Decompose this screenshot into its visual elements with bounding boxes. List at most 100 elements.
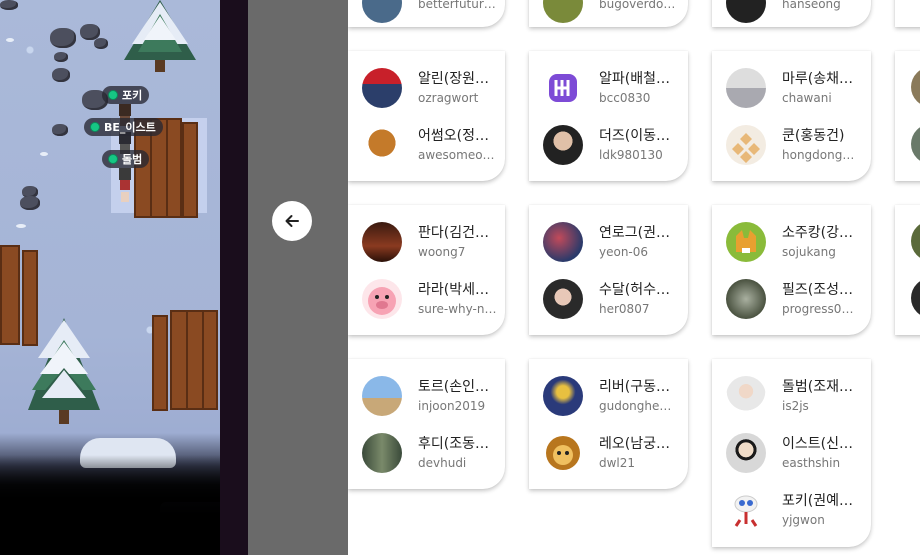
arrow-left-icon [285,215,299,227]
member-name: 이스트(신… [782,436,853,452]
wooden-bench[interactable] [182,122,198,218]
member-item[interactable]: 리버(구동… gudonghe… [543,375,693,417]
member-item[interactable]: bugoverdo… [543,0,693,24]
member-card: hanseong [712,0,871,27]
member-card: betterfutur… [348,0,505,27]
member-avatar [543,433,583,473]
member-avatar [362,0,402,23]
wooden-bench[interactable] [170,310,218,410]
member-card [895,0,920,27]
member-name: 알파(배철… [599,71,670,87]
member-item[interactable]: 수달(허수… her0807 [543,278,693,320]
member-item[interactable]: 레오(남궁… dwl21 [543,432,693,474]
member-name: 레오(남궁… [599,436,670,452]
member-avatar [911,67,920,107]
member-avatar [726,125,766,165]
member-avatar [362,125,402,165]
member-id: hanseong [782,0,841,11]
member-id: ldk980130 [599,148,663,162]
snow-patch [40,152,48,156]
online-status-dot [90,122,100,132]
member-card: 소주캉(강… sojukang 필즈(조성… progress0… [712,205,871,335]
member-item[interactable]: 쿤(홍동건) hongdong… [726,124,876,166]
rock [94,38,108,49]
member-avatar [726,279,766,319]
member-item[interactable]: 라라(박세… sure-why-n… [362,278,512,320]
member-avatar [543,222,583,262]
member-id: sojukang [782,245,836,259]
player-tag[interactable]: 돌범 [102,150,150,168]
member-item[interactable]: hanseong [726,0,876,24]
member-id: ozragwort [418,91,479,105]
current-user-label[interactable]: 돌범 [160,502,220,555]
member-id: dwl21 [599,456,636,470]
collapse-button[interactable] [272,201,312,241]
member-id: awesomeo… [418,148,495,162]
member-item[interactable]: 이스트(신… easthshin [726,432,876,474]
member-avatar [911,221,920,261]
game-map[interactable]: 포키 BE_이스트 돌범 돌범 [0,0,220,555]
member-name: 토르(손인… [418,379,489,395]
member-id: her0807 [599,302,650,316]
member-item[interactable]: 마루(송채… chawani [726,67,876,109]
member-id: easthshin [782,456,841,470]
member-avatar [726,490,766,530]
member-avatar [362,433,402,473]
player-name: 포키 [122,89,143,102]
member-avatar [362,376,402,416]
member-item[interactable]: 알파(배철… bcc0830 [543,67,693,109]
member-avatar [726,433,766,473]
member-card: 리버(구동… gudonghe… 레오(남궁… dwl21 [529,359,688,489]
member-avatar [726,222,766,262]
member-id: yjgwon [782,513,825,527]
member-name: 돌범(조재… [782,379,853,395]
member-item[interactable]: 연로그(권… yeon-06 [543,221,693,263]
player-tag[interactable]: 포키 [102,86,150,104]
wooden-bench[interactable] [0,245,20,345]
member-item[interactable]: 소주캉(강… sojukang [726,221,876,263]
player-tag[interactable]: BE_이스트 [84,118,163,136]
member-id: is2js [782,399,809,413]
member-name: 포키(권예… [782,493,853,509]
member-grid: betterfutur… bugoverdo… hanseong 알린(장원… o… [348,0,920,555]
member-id: devhudi [418,456,467,470]
online-status-dot [108,154,118,164]
wooden-bench[interactable] [22,250,38,346]
wooden-bench[interactable] [152,315,168,411]
member-card [895,205,920,335]
member-item[interactable]: 포키(권예… yjgwon [726,489,876,531]
member-avatar [543,279,583,319]
member-item[interactable]: 후디(조동… devhudi [362,432,512,474]
member-id: gudonghe… [599,399,672,413]
member-id: yeon-06 [599,245,649,259]
member-card: 토르(손인… injoon2019 후디(조동… devhudi [348,359,505,489]
member-item[interactable]: 더즈(이동… ldk980130 [543,124,693,166]
overlay-panel [248,0,348,555]
member-avatar [911,124,920,164]
member-name: 리버(구동… [599,379,670,395]
member-card [895,51,920,181]
member-avatar [726,376,766,416]
panel-divider [220,0,248,555]
member-item[interactable]: 필즈(조성… progress0… [726,278,876,320]
member-id: woong7 [418,245,466,259]
rock [20,196,40,210]
member-name: 연로그(권… [599,225,670,241]
member-item[interactable]: 판다(김건… woong7 [362,221,512,263]
member-avatar [362,68,402,108]
member-name: 알린(장원… [418,71,489,87]
online-status-dot [108,90,118,100]
member-name: 쿤(홍동건) [782,128,845,144]
member-avatar [543,376,583,416]
member-item[interactable]: 토르(손인… injoon2019 [362,375,512,417]
member-id: progress0… [782,302,854,316]
member-item[interactable]: betterfutur… [362,0,512,24]
member-item[interactable]: 알린(장원… ozragwort [362,67,512,109]
member-name: 어썸오(정… [418,128,489,144]
player-name: BE_이스트 [104,121,156,134]
member-item[interactable]: 돌범(조재… is2js [726,375,876,417]
member-name: 후디(조동… [418,436,489,452]
member-item[interactable]: 어썸오(정… awesomeo… [362,124,512,166]
member-avatar [543,0,583,23]
member-avatar [362,279,402,319]
